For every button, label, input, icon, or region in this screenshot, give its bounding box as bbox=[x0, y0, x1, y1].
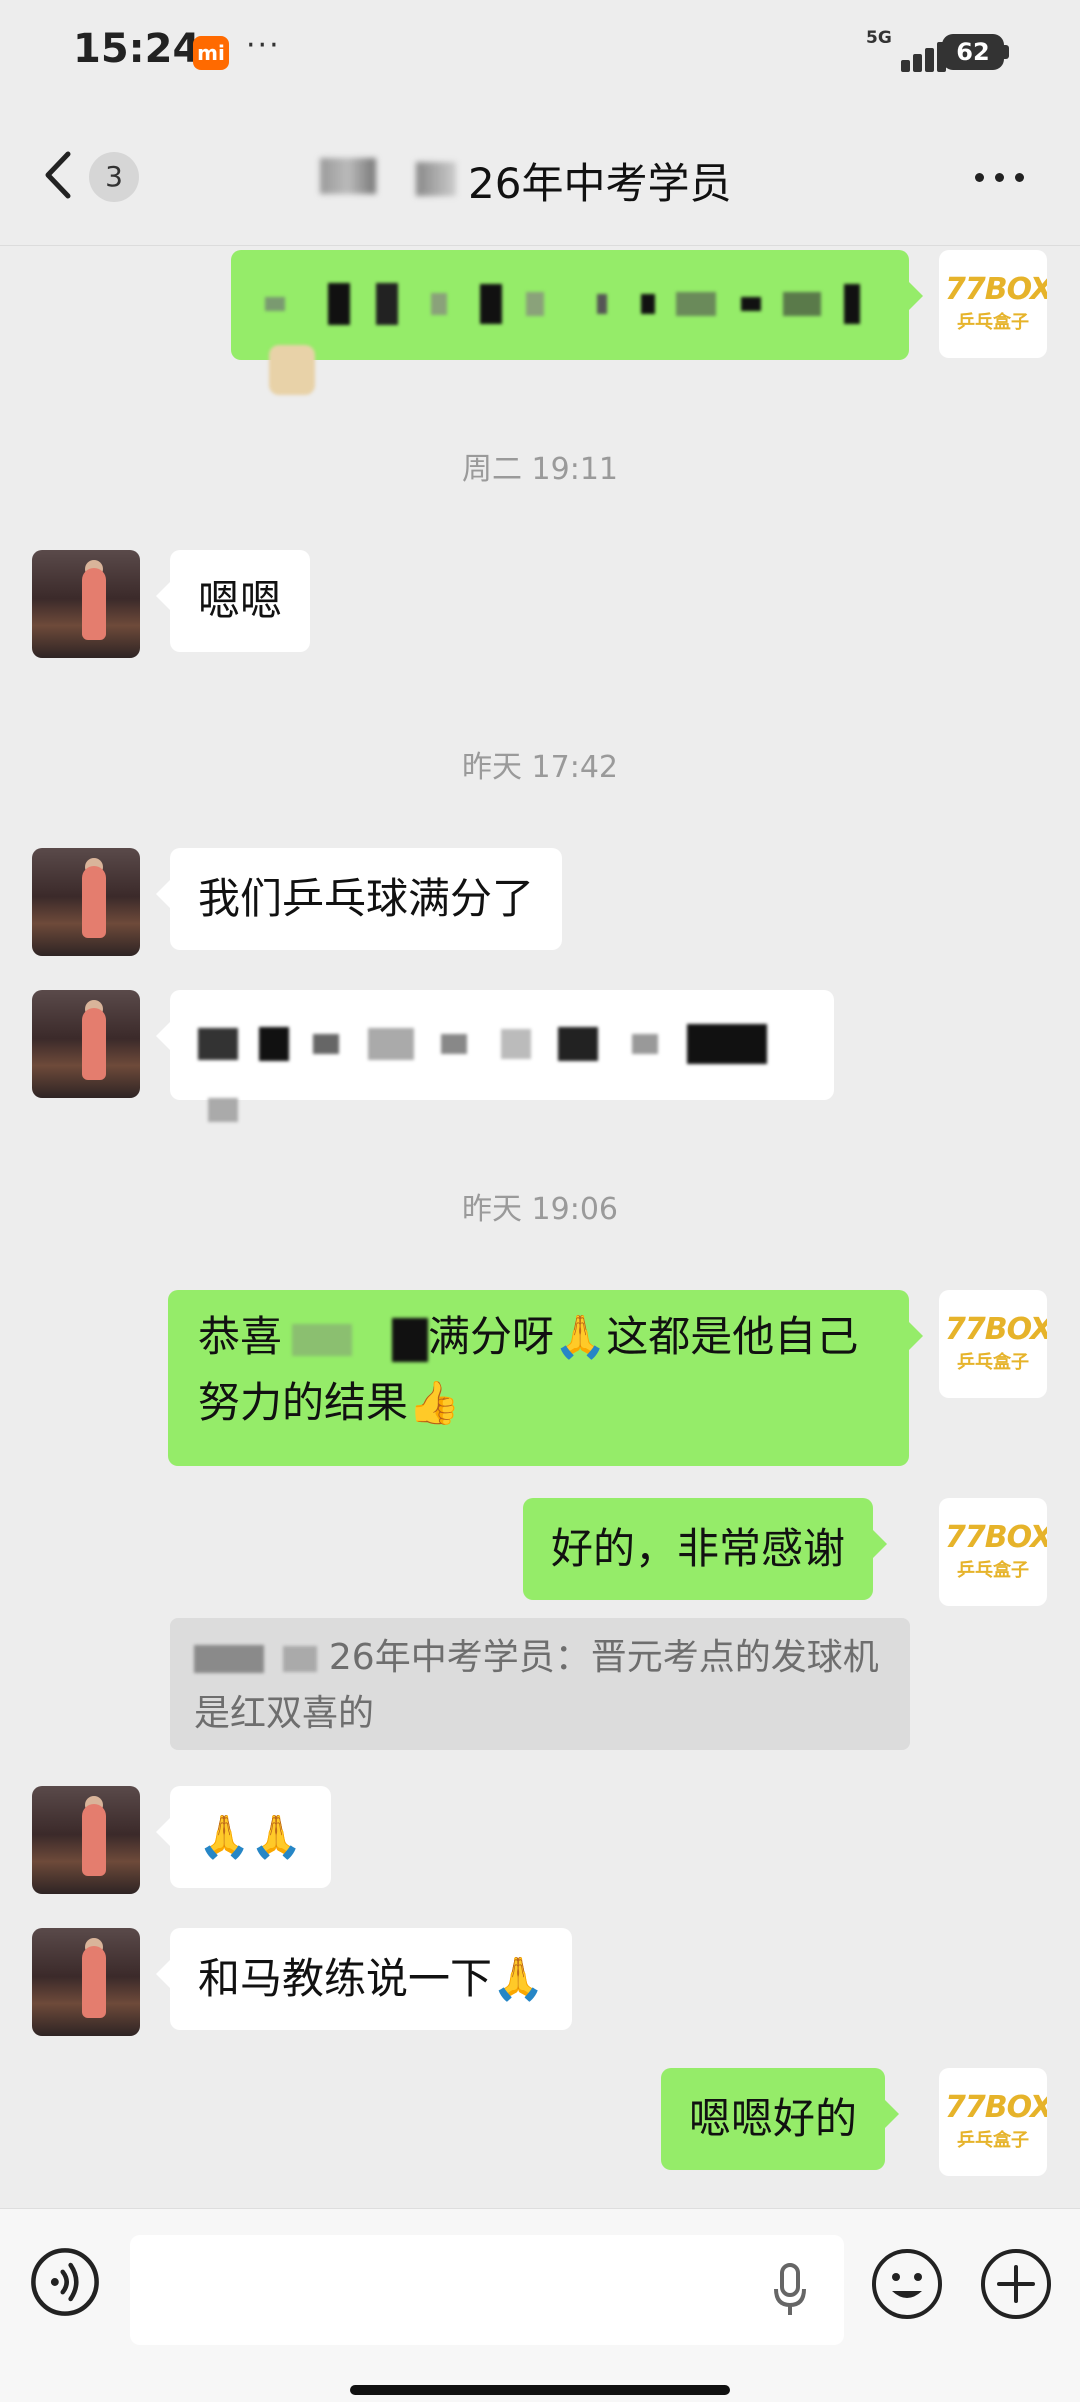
battery-tip bbox=[1004, 45, 1009, 59]
avatar-logo-subtext: 乒乓盒子 bbox=[957, 2130, 1029, 2151]
avatar-logo-subtext: 乒乓盒子 bbox=[957, 1352, 1029, 1373]
chat-header: 3 26年中考学员 bbox=[0, 105, 1080, 246]
redacted-name-part bbox=[416, 162, 456, 196]
message-bubble-incoming[interactable] bbox=[156, 990, 834, 1122]
redacted-text bbox=[782, 291, 821, 316]
redacted-text bbox=[741, 296, 762, 311]
chat-title-text: 26年中考学员 bbox=[468, 159, 732, 208]
message-text: 恭喜 bbox=[198, 1312, 283, 1361]
redacted-text bbox=[675, 291, 716, 316]
mi-app-icon: mi bbox=[193, 36, 229, 70]
message-bubble-incoming[interactable]: 🙏🙏 bbox=[156, 1786, 331, 1888]
redacted-text bbox=[375, 282, 398, 325]
message-bubble-outgoing[interactable]: 好的，非常感谢 bbox=[523, 1498, 888, 1600]
network-type: 5G bbox=[866, 28, 892, 48]
avatar-logo-text: 77BOX bbox=[945, 272, 1047, 307]
redacted-text bbox=[328, 282, 351, 325]
avatar-logo-text: 77BOX bbox=[945, 1312, 1047, 1347]
redacted-text bbox=[368, 1027, 415, 1060]
redacted-text bbox=[431, 292, 448, 315]
redacted-text bbox=[558, 1026, 599, 1061]
contact-avatar[interactable] bbox=[32, 1928, 140, 2036]
redacted-text bbox=[265, 296, 285, 311]
self-avatar[interactable]: 77BOX 乒乓盒子 bbox=[939, 250, 1047, 358]
timestamp: 周二 19:11 bbox=[462, 452, 618, 487]
redacted-name-part bbox=[320, 158, 376, 194]
message-bubble-outgoing[interactable]: 恭喜 满分呀🙏这都是他自己努力的结果👍 bbox=[168, 1290, 923, 1466]
message-bubble-outgoing[interactable] bbox=[231, 250, 923, 395]
quoted-message[interactable]: 26年中考学员：晋元考点的发球机是红双喜的 bbox=[170, 1618, 910, 1750]
redacted-text bbox=[312, 1033, 339, 1054]
more-notifications-icon: ··· bbox=[246, 28, 281, 63]
redacted-text bbox=[843, 283, 860, 324]
home-indicator[interactable] bbox=[350, 2385, 730, 2395]
redacted-text bbox=[441, 1033, 468, 1054]
contact-avatar[interactable] bbox=[32, 848, 140, 956]
redacted-text bbox=[208, 1097, 238, 1122]
contact-avatar[interactable] bbox=[32, 550, 140, 658]
redacted-text bbox=[292, 1323, 353, 1356]
timestamp: 昨天 19:06 bbox=[462, 1192, 618, 1227]
redacted-text bbox=[259, 1026, 290, 1061]
self-avatar[interactable]: 77BOX 乒乓盒子 bbox=[939, 1498, 1047, 1606]
redacted-text bbox=[480, 283, 503, 324]
message-bubble-incoming[interactable]: 嗯嗯 bbox=[155, 550, 311, 652]
redacted-text bbox=[631, 1033, 658, 1054]
redacted-text bbox=[640, 293, 655, 314]
more-options-icon[interactable] bbox=[975, 165, 1035, 189]
redacted-text bbox=[500, 1028, 531, 1059]
message-input[interactable] bbox=[130, 2235, 844, 2345]
avatar-logo-text: 77BOX bbox=[945, 1520, 1047, 1555]
timestamp: 昨天 17:42 bbox=[462, 750, 618, 785]
signal-icon bbox=[893, 36, 949, 72]
self-avatar[interactable]: 77BOX 乒乓盒子 bbox=[939, 1290, 1047, 1398]
message-bubble-incoming[interactable]: 我们乒乓球满分了 bbox=[155, 848, 563, 950]
redacted-text bbox=[283, 1646, 318, 1672]
add-attachment-icon[interactable] bbox=[979, 2247, 1053, 2321]
avatar-logo-text: 77BOX bbox=[945, 2090, 1047, 2125]
message-bubble-incoming[interactable]: 和马教练说一下🙏 bbox=[155, 1928, 573, 2030]
redacted-text bbox=[198, 1027, 238, 1060]
redacted-text bbox=[597, 293, 608, 314]
emoji-icon[interactable] bbox=[870, 2247, 944, 2321]
redacted-text bbox=[392, 1317, 429, 1362]
voice-mode-icon[interactable] bbox=[30, 2247, 100, 2317]
avatar-logo-subtext: 乒乓盒子 bbox=[957, 1560, 1029, 1581]
avatar-logo-subtext: 乒乓盒子 bbox=[957, 312, 1029, 333]
redacted-text bbox=[194, 1645, 264, 1673]
redacted-emoji bbox=[269, 344, 315, 395]
self-avatar[interactable]: 77BOX 乒乓盒子 bbox=[939, 2068, 1047, 2176]
battery-icon: 62 bbox=[942, 34, 1004, 70]
message-list[interactable]: 77BOX 乒乓盒子 周二 19:11 嗯嗯 昨天 17:42 我们乒乓球满分了… bbox=[0, 246, 1080, 2206]
contact-avatar[interactable] bbox=[32, 990, 140, 1098]
message-bubble-outgoing[interactable]: 嗯嗯好的 bbox=[661, 2068, 900, 2170]
clock: 15:24 bbox=[73, 26, 201, 72]
back-arrow-icon[interactable] bbox=[40, 150, 80, 200]
redacted-text bbox=[686, 1023, 767, 1064]
contact-avatar[interactable] bbox=[32, 1786, 140, 1894]
status-bar: 15:24 mi ··· 5G 62 bbox=[0, 0, 1080, 105]
microphone-icon[interactable] bbox=[770, 2261, 810, 2321]
unread-count-badge[interactable]: 3 bbox=[89, 152, 139, 202]
input-bar bbox=[0, 2208, 1080, 2402]
chat-title[interactable]: 26年中考学员 bbox=[300, 150, 780, 208]
redacted-text bbox=[525, 291, 544, 316]
